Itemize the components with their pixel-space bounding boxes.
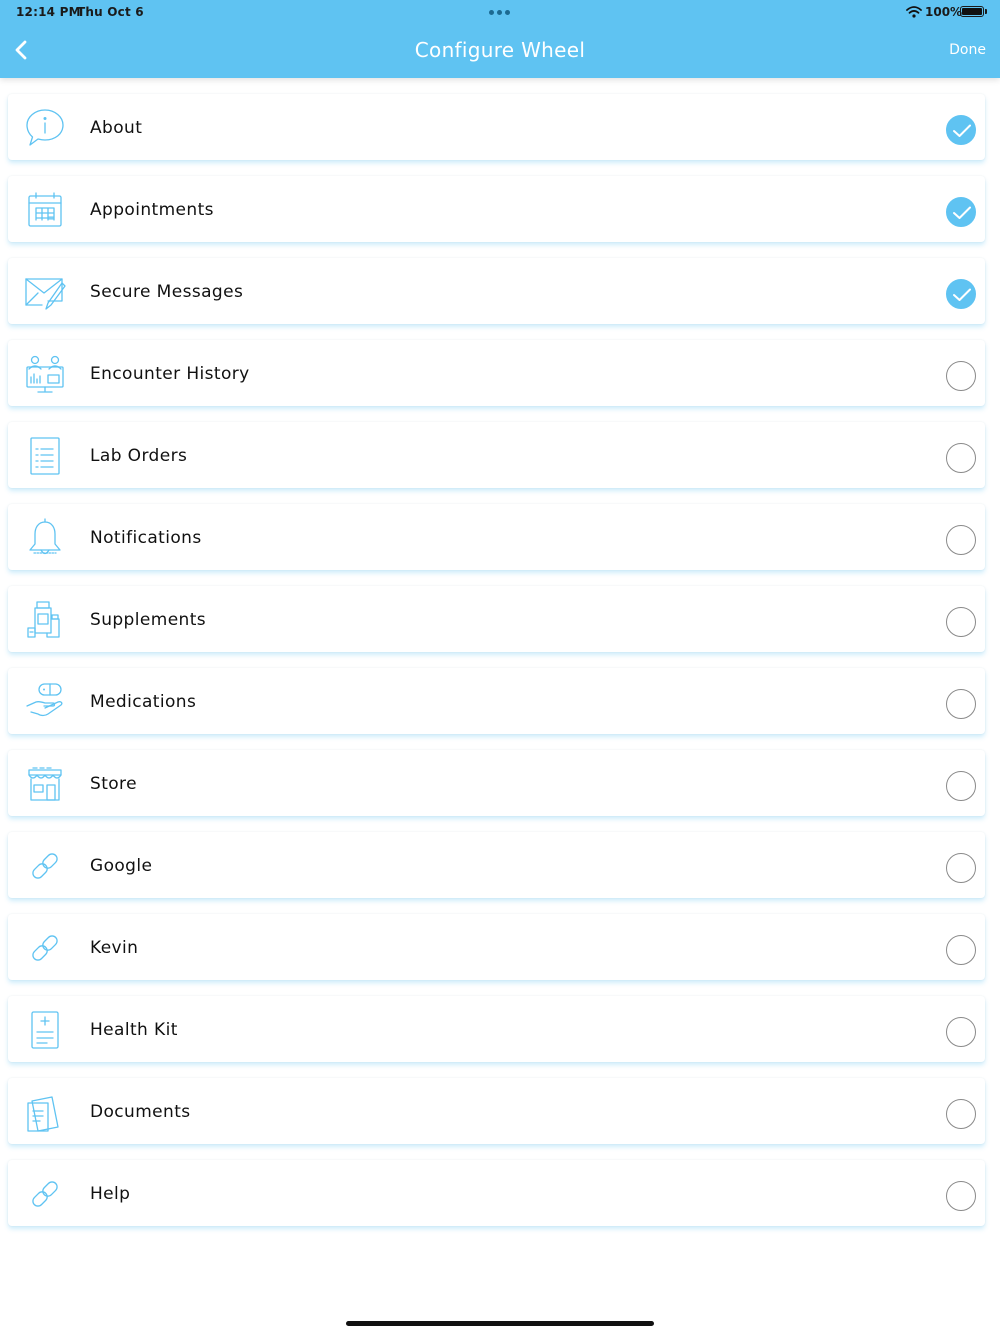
status-date: Thu Oct 6	[77, 5, 144, 19]
list-item[interactable]: Help	[8, 1160, 985, 1226]
checkmark-selected-icon[interactable]	[946, 279, 976, 309]
list-item-label: Encounter History	[90, 364, 250, 384]
unchecked-circle-icon[interactable]	[946, 853, 976, 883]
link-icon	[24, 845, 66, 887]
documents-icon	[24, 1091, 66, 1133]
bottles-icon	[24, 599, 66, 641]
chevron-left-icon	[15, 40, 27, 60]
status-time: 12:14 PM	[16, 5, 81, 19]
list-item[interactable]: Supplements	[8, 586, 985, 652]
list-item-label: Kevin	[90, 938, 139, 958]
list-item[interactable]: Medications	[8, 668, 985, 734]
list-item[interactable]: Store	[8, 750, 985, 816]
unchecked-circle-icon[interactable]	[946, 607, 976, 637]
status-bar: 12:14 PM Thu Oct 6 100%	[0, 0, 1000, 24]
list-item[interactable]: Health Kit	[8, 996, 985, 1062]
list-item-label: Secure Messages	[90, 282, 244, 302]
unchecked-circle-icon[interactable]	[946, 361, 976, 391]
list-item-label: Supplements	[90, 610, 207, 630]
checkmark-selected-icon[interactable]	[946, 115, 976, 145]
unchecked-circle-icon[interactable]	[946, 689, 976, 719]
list-item[interactable]: Lab Orders	[8, 422, 985, 488]
list-item[interactable]: Notifications	[8, 504, 985, 570]
list-item[interactable]: Documents	[8, 1078, 985, 1144]
multitasking-dots-icon[interactable]	[489, 10, 511, 15]
battery-percentage: 100%	[925, 5, 963, 19]
back-button[interactable]	[10, 36, 34, 64]
checkmark-selected-icon[interactable]	[946, 197, 976, 227]
list-item[interactable]: Secure Messages	[8, 258, 985, 324]
list-item-label: Google	[90, 856, 153, 876]
hand-pill-icon	[24, 681, 66, 723]
list-item-label: Notifications	[90, 528, 202, 548]
unchecked-circle-icon[interactable]	[946, 443, 976, 473]
list-item-label: Medications	[90, 692, 197, 712]
monitor-doctors-icon	[24, 353, 66, 395]
page-title: Configure Wheel	[414, 38, 586, 62]
bell-icon	[24, 517, 66, 559]
app-header: 12:14 PM Thu Oct 6 100% Configure Wheel …	[0, 0, 1000, 78]
unchecked-circle-icon[interactable]	[946, 1099, 976, 1129]
list-item-label: Store	[90, 774, 137, 794]
list-item-label: Lab Orders	[90, 446, 188, 466]
unchecked-circle-icon[interactable]	[946, 771, 976, 801]
unchecked-circle-icon[interactable]	[946, 1181, 976, 1211]
list-item-label: Documents	[90, 1102, 191, 1122]
list-item-label: Help	[90, 1184, 131, 1204]
list-item[interactable]: Google	[8, 832, 985, 898]
storefront-icon	[24, 763, 66, 805]
info-bubble-icon	[24, 107, 66, 149]
list-item[interactable]: Kevin	[8, 914, 985, 980]
home-indicator[interactable]	[346, 1321, 654, 1326]
wifi-icon	[906, 6, 922, 18]
list-item-label: Health Kit	[90, 1020, 178, 1040]
list-item[interactable]: Appointments	[8, 176, 985, 242]
link-icon	[24, 927, 66, 969]
list-item[interactable]: Encounter History	[8, 340, 985, 406]
envelope-pencil-icon	[24, 271, 66, 313]
battery-tip	[985, 9, 987, 14]
unchecked-circle-icon[interactable]	[946, 1017, 976, 1047]
calendar-icon	[24, 189, 66, 231]
medical-document-icon	[24, 1009, 66, 1051]
unchecked-circle-icon[interactable]	[946, 525, 976, 555]
unchecked-circle-icon[interactable]	[946, 935, 976, 965]
done-button[interactable]: Done	[949, 42, 986, 58]
list-item[interactable]: About	[8, 94, 985, 160]
battery-icon	[960, 6, 984, 17]
list-item-label: About	[90, 118, 143, 138]
list-item-label: Appointments	[90, 200, 214, 220]
clipboard-list-icon	[24, 435, 66, 477]
link-icon	[24, 1173, 66, 1215]
